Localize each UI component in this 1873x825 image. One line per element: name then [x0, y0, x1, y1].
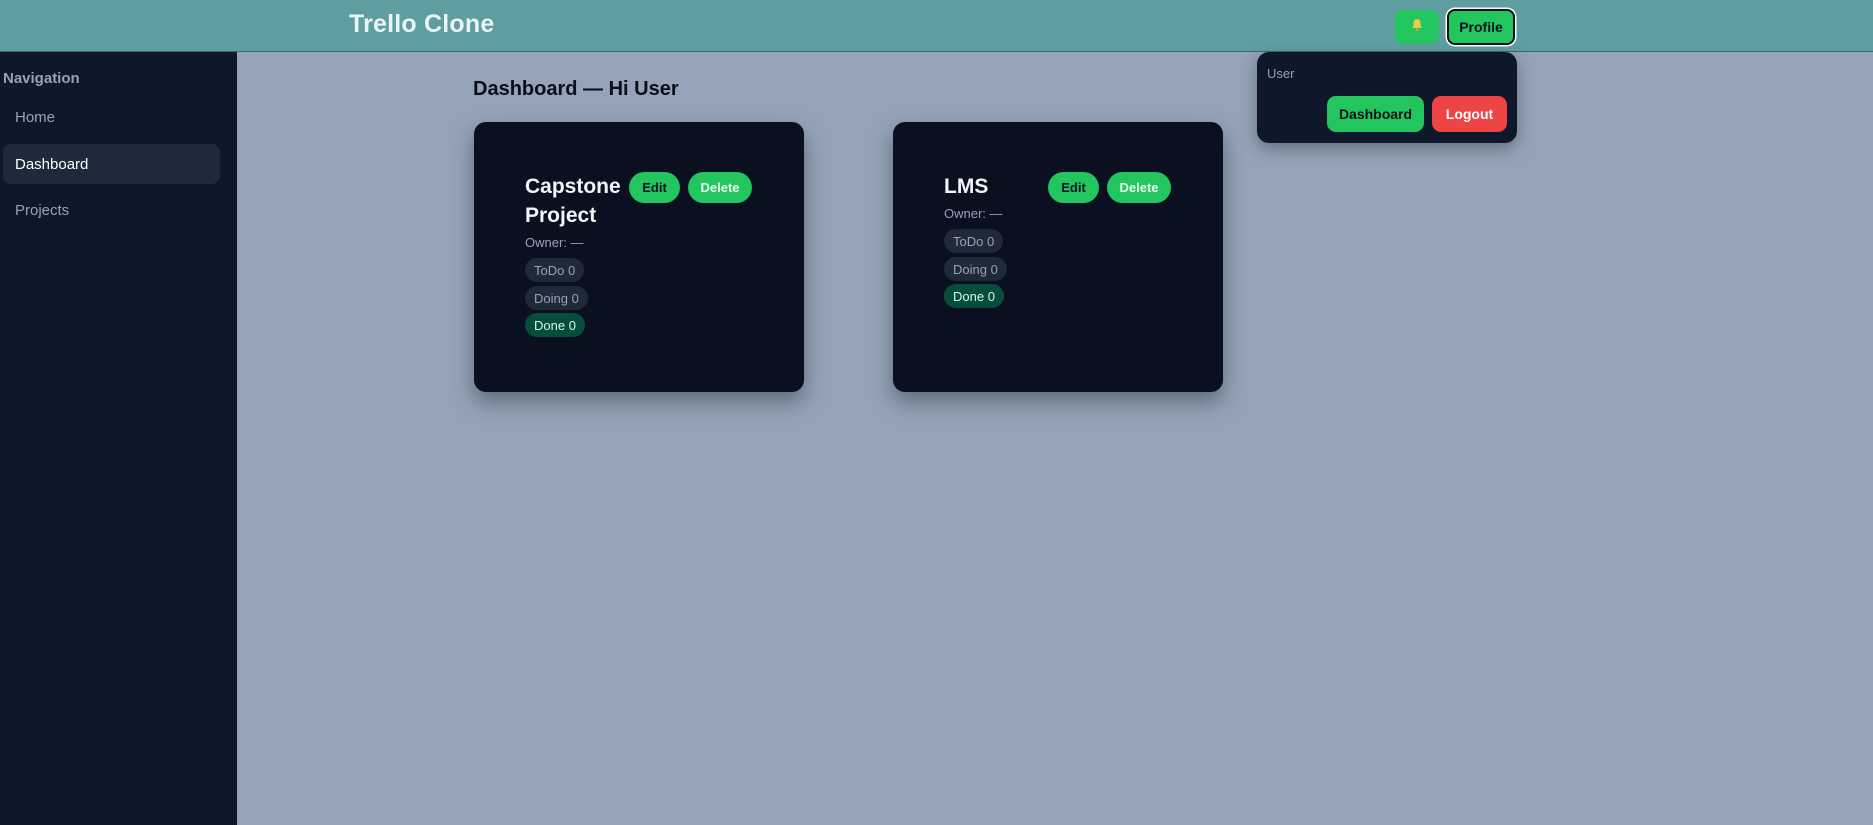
dropdown-dashboard-button[interactable]: Dashboard	[1327, 96, 1424, 132]
project-owner: Owner: —	[944, 206, 1003, 221]
edit-button[interactable]: Edit	[1048, 172, 1099, 203]
sidebar: Navigation Home Dashboard Projects	[0, 52, 237, 825]
dropdown-user-label: User	[1267, 66, 1295, 81]
project-title: LMS	[944, 175, 989, 198]
todo-count-badge: ToDo 0	[944, 229, 1004, 253]
doing-count-badge: Doing 0	[525, 286, 588, 310]
sidebar-item-dashboard[interactable]: Dashboard	[3, 144, 220, 184]
sidebar-item-home[interactable]: Home	[3, 97, 220, 137]
edit-button[interactable]: Edit	[629, 172, 680, 203]
top-header: Trello Clone Profile	[0, 0, 1873, 52]
done-count-badge: Done 0	[525, 313, 585, 337]
project-card[interactable]: Capstone Project Edit Delete Owner: — To…	[474, 122, 804, 392]
logout-button[interactable]: Logout	[1432, 96, 1507, 132]
todo-count-badge: ToDo 0	[525, 258, 585, 282]
profile-button[interactable]: Profile	[1447, 9, 1515, 45]
project-owner: Owner: —	[525, 235, 584, 250]
app-title: Trello Clone	[349, 10, 495, 38]
done-count-badge: Done 0	[944, 284, 1004, 308]
doing-count-badge: Doing 0	[944, 257, 1007, 281]
notifications-button[interactable]	[1395, 10, 1439, 44]
bell-icon	[1410, 18, 1424, 37]
page-title: Dashboard — Hi User	[473, 78, 679, 100]
delete-button[interactable]: Delete	[688, 172, 752, 203]
profile-dropdown: User Dashboard Logout	[1257, 52, 1517, 143]
sidebar-item-projects[interactable]: Projects	[3, 190, 220, 230]
sidebar-heading: Navigation	[3, 70, 80, 87]
project-card[interactable]: LMS Edit Delete Owner: — ToDo 0 Doing 0 …	[893, 122, 1223, 392]
project-title: Capstone Project	[525, 175, 621, 227]
delete-button[interactable]: Delete	[1107, 172, 1171, 203]
